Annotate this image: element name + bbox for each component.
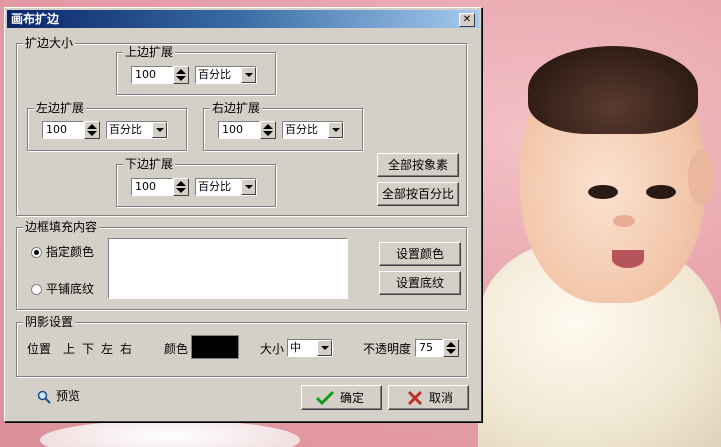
top-expand-group: 上边扩展 100 百分比 (116, 45, 276, 95)
top-expand-unit-select[interactable]: 百分比 (195, 66, 257, 84)
left-expand-unit-select[interactable]: 百分比 (106, 121, 168, 139)
top-expand-input[interactable]: 100 (131, 66, 173, 84)
right-expand-unit-value: 百分比 (285, 123, 318, 136)
spinner-arrows-icon (263, 124, 273, 136)
left-expand-group: 左边扩展 100 百分比 (27, 101, 187, 151)
expand-size-group: 扩边大小 上边扩展 100 百分比 左边扩展 100 百分比 右边扩展 100 (16, 36, 467, 216)
right-expand-group: 右边扩展 100 百分比 (203, 101, 363, 151)
shadow-settings-legend: 阴影设置 (23, 315, 76, 329)
bottom-expand-group: 下边扩展 100 百分比 (116, 157, 276, 207)
photo-shape (588, 185, 618, 199)
set-color-button[interactable]: 设置颜色 (379, 242, 461, 266)
dialog-titlebar: 画布扩边 ✕ (7, 10, 479, 28)
ok-button[interactable]: 确定 (301, 385, 382, 410)
top-expand-unit-value: 百分比 (198, 68, 231, 81)
shadow-settings-group: 阴影设置 位置 上 下 左 右 颜色 大小 中 不透明度 75 (16, 315, 467, 377)
shadow-size-label: 大小 (260, 342, 285, 356)
chevron-down-icon (328, 122, 343, 138)
cancel-button[interactable]: 取消 (388, 385, 469, 410)
fill-preview-box (108, 238, 348, 299)
fill-color-radio[interactable] (31, 247, 42, 258)
bottom-expand-unit-select[interactable]: 百分比 (195, 178, 257, 196)
spinner-arrows-icon (176, 69, 186, 81)
shadow-opacity-input[interactable]: 75 (415, 339, 443, 357)
expand-size-legend: 扩边大小 (23, 36, 76, 50)
border-fill-legend: 边框填充内容 (23, 220, 100, 234)
fill-texture-radio[interactable] (31, 284, 42, 295)
chevron-down-icon (241, 179, 256, 195)
shadow-position-label: 位置 (27, 342, 52, 356)
right-expand-unit-select[interactable]: 百分比 (282, 121, 344, 139)
right-expand-spinner[interactable] (260, 121, 276, 139)
checkmark-icon (316, 390, 334, 406)
fill-texture-label: 平铺底纹 (46, 282, 95, 296)
photo-shape (528, 46, 698, 134)
chevron-down-icon (152, 122, 167, 138)
left-expand-spinner[interactable] (84, 121, 100, 139)
bottom-expand-label: 下边扩展 (123, 157, 176, 171)
preview-label: 预览 (56, 389, 81, 403)
left-expand-label: 左边扩展 (34, 101, 87, 115)
bottom-expand-input[interactable]: 100 (131, 178, 173, 196)
shadow-size-select[interactable]: 中 (287, 339, 333, 357)
shadow-color-swatch[interactable] (191, 335, 239, 359)
fill-color-label: 指定颜色 (46, 245, 95, 259)
magnifier-icon (37, 390, 51, 404)
close-icon: ✕ (462, 14, 472, 25)
left-expand-unit-value: 百分比 (109, 123, 142, 136)
photo-shape (688, 150, 714, 205)
top-expand-label: 上边扩展 (123, 45, 176, 59)
spinner-arrows-icon (87, 124, 97, 136)
photo-shape (612, 250, 644, 268)
photo-shape (613, 215, 635, 227)
spinner-arrows-icon (446, 342, 456, 354)
chevron-down-icon (241, 67, 256, 83)
border-fill-group: 边框填充内容 指定颜色 平铺底纹 设置颜色 设置底纹 (16, 220, 467, 310)
bottom-expand-spinner[interactable] (173, 178, 189, 196)
shadow-opacity-label: 不透明度 (363, 342, 412, 356)
ok-label: 确定 (340, 391, 365, 405)
shadow-opacity-spinner[interactable] (443, 339, 459, 357)
spinner-arrows-icon (176, 181, 186, 193)
set-texture-button[interactable]: 设置底纹 (379, 271, 461, 295)
shadow-size-value: 中 (290, 341, 301, 354)
chevron-down-icon (317, 340, 332, 356)
x-icon (407, 390, 423, 406)
right-expand-input[interactable]: 100 (218, 121, 260, 139)
bottom-expand-unit-value: 百分比 (198, 180, 231, 193)
canvas-expand-dialog: 画布扩边 ✕ 扩边大小 上边扩展 100 百分比 左边扩展 100 百分比 右边… (4, 7, 482, 422)
shadow-position-right[interactable]: 右 (120, 342, 132, 356)
close-button[interactable]: ✕ (459, 13, 475, 27)
all-percent-button[interactable]: 全部按百分比 (377, 182, 459, 206)
left-expand-input[interactable]: 100 (42, 121, 84, 139)
shadow-position-bottom[interactable]: 下 (82, 342, 94, 356)
shadow-position-top[interactable]: 上 (63, 342, 75, 356)
preview-toggle[interactable]: 预览 (37, 389, 97, 407)
dialog-title: 画布扩边 (11, 12, 60, 26)
right-expand-label: 右边扩展 (210, 101, 263, 115)
cancel-label: 取消 (429, 391, 454, 405)
photo-shape (646, 185, 676, 199)
top-expand-spinner[interactable] (173, 66, 189, 84)
shadow-position-left[interactable]: 左 (101, 342, 113, 356)
shadow-color-label: 颜色 (164, 342, 189, 356)
photo-shape (40, 420, 300, 447)
all-pixels-button[interactable]: 全部按象素 (377, 153, 459, 177)
